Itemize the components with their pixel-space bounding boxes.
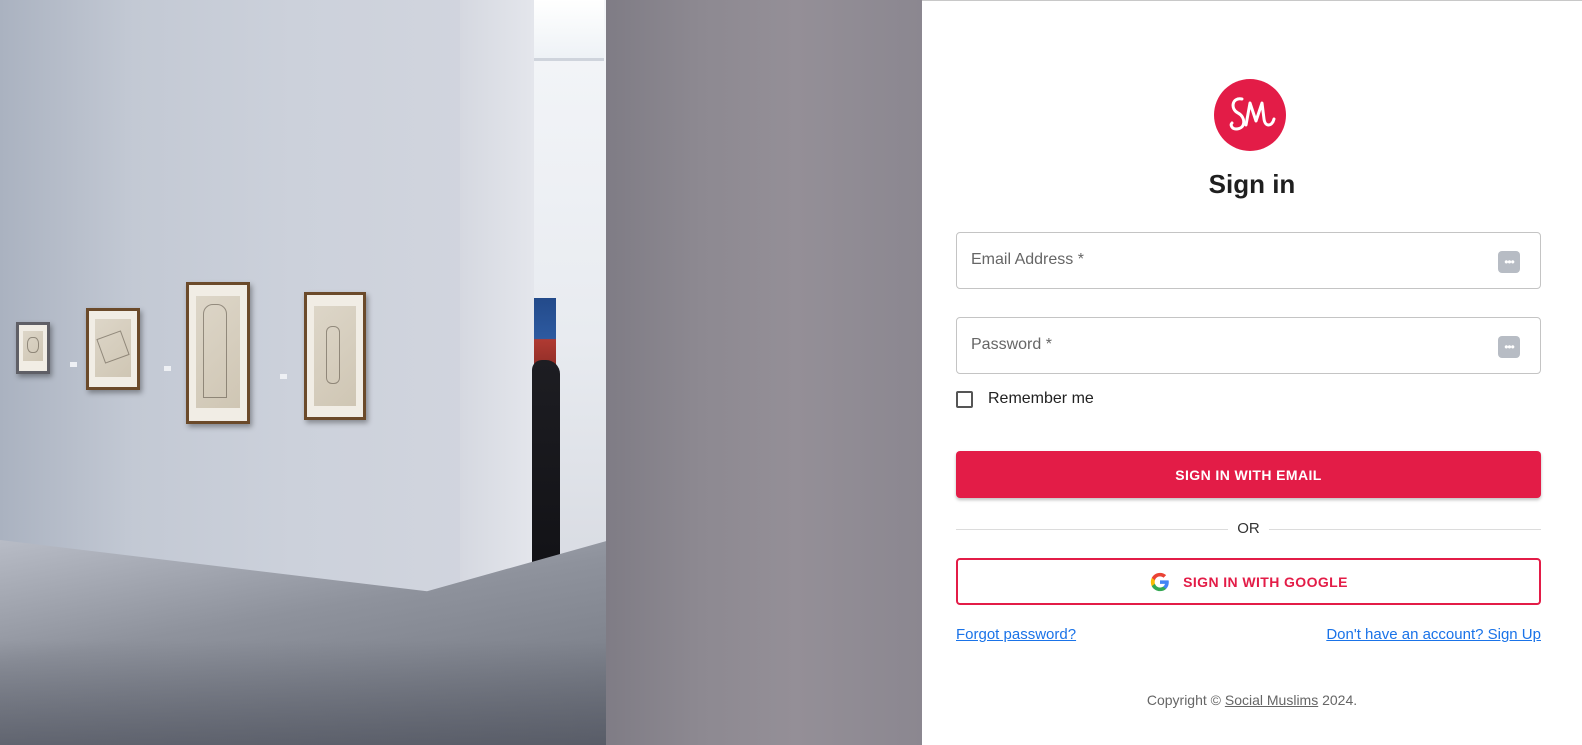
remember-me-label: Remember me (988, 390, 1094, 407)
remember-me-checkbox[interactable] (956, 390, 973, 408)
gallery-wall-edge (460, 0, 534, 660)
brand-link[interactable]: Social Muslims (1225, 692, 1318, 708)
artwork-label (280, 374, 287, 379)
artwork-frame (304, 292, 366, 420)
artwork-frame (186, 282, 250, 424)
password-manager-icon[interactable]: ••• (1498, 251, 1520, 273)
password-field[interactable]: Password * ••• (956, 317, 1541, 374)
copyright-footer: Copyright © Social Muslims 2024. (922, 692, 1582, 708)
artwork-label (70, 362, 77, 367)
sign-in-email-button[interactable]: SIGN IN WITH EMAIL (956, 451, 1541, 498)
artwork-frame (86, 308, 140, 390)
brand-logo (1214, 79, 1286, 151)
sign-in-google-button[interactable]: SIGN IN WITH GOOGLE (956, 558, 1541, 605)
password-manager-icon[interactable]: ••• (1498, 336, 1520, 358)
skylight (534, 0, 604, 61)
forgot-password-link[interactable]: Forgot password? (956, 626, 1076, 643)
email-field-label: Email Address * (971, 251, 1084, 268)
artwork-label (164, 366, 171, 371)
or-label: OR (1237, 520, 1260, 537)
sign-in-panel: Sign in Email Address * ••• Password * •… (922, 0, 1582, 745)
floor-shadow (0, 640, 610, 745)
remember-me-row[interactable]: Remember me (956, 390, 1094, 408)
copyright-suffix: 2024. (1318, 692, 1358, 708)
copyright-prefix: Copyright © (1146, 692, 1225, 708)
google-icon (1150, 572, 1169, 591)
hero-gallery-image (0, 0, 922, 745)
email-field[interactable]: Email Address * ••• (956, 232, 1541, 289)
page-title: Sign in (1208, 169, 1296, 199)
artwork-frame (16, 322, 50, 374)
sign-up-link[interactable]: Don't have an account? Sign Up (1326, 626, 1541, 643)
or-divider: OR (956, 519, 1541, 539)
google-button-label: SIGN IN WITH GOOGLE (1183, 573, 1348, 590)
password-field-label: Password * (971, 336, 1052, 353)
foreground-pillar (606, 0, 922, 745)
sm-logo-icon (1229, 97, 1276, 131)
